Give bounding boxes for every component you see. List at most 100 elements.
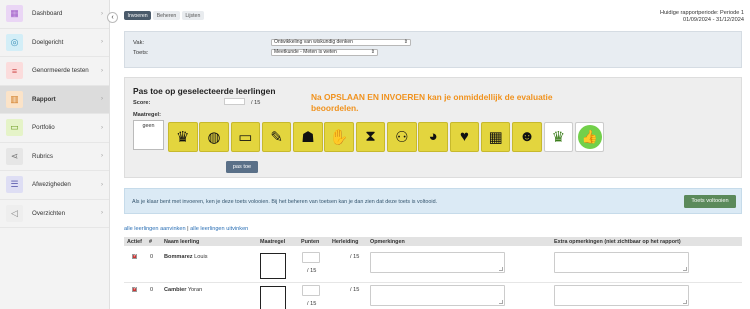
chevron-right-icon: ›	[101, 153, 103, 160]
monitor-icon[interactable]: ▭	[230, 122, 261, 152]
teacher-icon[interactable]: ☗	[293, 122, 323, 152]
extra-opmerkingen-textarea[interactable]	[554, 252, 689, 273]
crown-icon[interactable]: ♛	[168, 122, 198, 152]
score-max: / 15	[251, 100, 261, 106]
student-lastname: Cambier	[164, 287, 187, 293]
toets-label: Toets:	[133, 50, 149, 56]
save-note: Na OPSLAAN EN INVOEREN kan je onmiddelli…	[311, 92, 553, 113]
pas-toe-button[interactable]: pas toe	[226, 161, 258, 173]
student-lastname: Bommarez	[164, 254, 193, 260]
sidebar-item-dashboard[interactable]: ▦ Dashboard ›	[0, 0, 109, 29]
sidebar-item-rapport[interactable]: ▥ Rapport ›	[0, 85, 109, 114]
table-row: 0 Bommarez Louis / 15 / 15	[124, 250, 742, 283]
student-firstname: Louis	[194, 254, 208, 260]
chevron-right-icon: ›	[101, 124, 103, 131]
toets-voltooien-button[interactable]: Toets voltooien	[684, 195, 736, 208]
people-icon[interactable]: ⚇	[387, 122, 417, 152]
sidebar-item-afwezigheden[interactable]: ☰ Afwezigheden ›	[0, 171, 109, 200]
tab-invoeren[interactable]: Invoeren	[124, 11, 152, 20]
punten-input[interactable]	[302, 285, 320, 296]
toets-value: Meetkunde - Meten is weten	[274, 49, 337, 55]
sidebar-item-label: Afwezigheden	[32, 181, 71, 189]
chevron-right-icon: ›	[101, 39, 103, 46]
chevron-right-icon: ›	[101, 210, 103, 217]
table-row: 0 Cambier Yoran / 15 / 15	[124, 283, 742, 309]
punten-input[interactable]	[302, 252, 320, 263]
info-bar: Als je klaar bent met invoeren, ken je d…	[124, 188, 742, 214]
sidebar-item-label: Rubrics	[32, 152, 53, 160]
chart-icon: ▥	[6, 90, 23, 108]
score-label: Score:	[133, 100, 151, 106]
opmerkingen-textarea[interactable]	[370, 285, 505, 306]
maatregel-cell[interactable]	[260, 253, 286, 279]
student-name: Cambier Yoran	[164, 287, 202, 293]
info-text: Als je klaar bent met invoeren, ken je d…	[132, 198, 438, 205]
sidebar-item-label: Genormeerde testen	[32, 67, 89, 75]
col-nr: #	[149, 239, 152, 245]
sidebar-item-rubrics[interactable]: ⋖ Rubrics ›	[0, 143, 109, 171]
sidebar-item-label: Doelgericht	[32, 38, 64, 46]
globe-icon[interactable]: ◍	[199, 122, 229, 152]
student-name: Bommarez Louis	[164, 254, 208, 260]
hand-icon[interactable]: ✋	[324, 122, 354, 152]
tab-beheren[interactable]: Beheren	[153, 11, 180, 20]
sidebar-item-label: Dashboard	[32, 10, 63, 18]
folder-icon: ▭	[6, 119, 23, 137]
punten-max: / 15	[307, 268, 317, 274]
herleiding-value: / 15	[350, 254, 360, 260]
deselect-all-link[interactable]: alle leerlingen uitvinken	[190, 226, 248, 232]
report-period: Huidige rapportperiode: Periode 1 01/09/…	[660, 10, 744, 24]
punten-max: / 15	[307, 301, 317, 307]
filter-panel: Vak: Ontwikkeling van wiskundig denken ⇕…	[124, 31, 742, 68]
lines-icon: ≡	[6, 62, 23, 80]
calculator-icon[interactable]: ▦	[480, 122, 511, 152]
share-icon: ⋖	[6, 147, 23, 165]
tab-bar: Invoeren Beheren Lijsten	[124, 11, 204, 20]
heart-icon[interactable]: ♥	[449, 122, 480, 152]
maatregel-icon-row: ♛ ◍ ▭ ✎ ☗ ✋ ⧗ ⚇ ◕ ♥ ▦ ☻ ♛ 👍	[168, 122, 605, 152]
row-nr: 0	[150, 287, 154, 293]
tab-lijsten[interactable]: Lijsten	[181, 11, 204, 20]
target-icon: ◎	[6, 33, 23, 51]
hourglass-icon[interactable]: ⧗	[355, 122, 386, 152]
head-profile-icon[interactable]: ◕	[418, 122, 448, 152]
vak-label: Vak:	[133, 40, 145, 46]
sidebar-item-label: Rapport	[32, 95, 56, 103]
select-links: alle leerlingen aanvinken | alle leerlin…	[124, 226, 248, 232]
person-question-icon[interactable]: ☻	[512, 122, 542, 152]
sidebar-item-genormeerde-testen[interactable]: ≡ Genormeerde testen ›	[0, 57, 109, 86]
sidebar-item-overzichten[interactable]: ◁ Overzichten ›	[0, 200, 109, 228]
col-maatregel: Maatregel	[260, 239, 286, 245]
grid-icon: ▦	[6, 5, 23, 23]
maatregel-geen-option[interactable]: geen	[133, 120, 164, 150]
apply-title: Pas toe op geselecteerde leerlingen	[133, 86, 276, 96]
vak-value: Ontwikkeling van wiskundig denken	[274, 39, 353, 45]
extra-opmerkingen-textarea[interactable]	[554, 285, 689, 306]
period-title: Huidige rapportperiode: Periode 1	[660, 10, 744, 16]
pencils-icon[interactable]: ✎	[261, 122, 292, 152]
actief-checkbox[interactable]	[132, 253, 137, 259]
col-extra-opmerkingen: Extra opmerkingen (niet zichtbaar op het…	[554, 239, 681, 245]
opmerkingen-textarea[interactable]	[370, 252, 505, 273]
maatregel-cell[interactable]	[260, 286, 286, 309]
sidebar-item-portfolio[interactable]: ▭ Portfolio ›	[0, 114, 109, 143]
chevron-right-icon: ›	[101, 67, 103, 74]
col-opmerkingen: Opmerkingen	[370, 239, 405, 245]
vak-select[interactable]: Ontwikkeling van wiskundig denken ⇕	[271, 39, 411, 46]
period-dates: 01/09/2024 - 31/12/2024	[683, 17, 744, 23]
geen-label: geen	[142, 123, 155, 129]
chevron-right-icon: ›	[101, 181, 103, 188]
col-herleiding: Herleiding	[332, 239, 359, 245]
megaphone-icon: ◁	[6, 204, 23, 222]
sidebar-collapse-button[interactable]: ‹	[107, 12, 118, 23]
score-input[interactable]	[224, 98, 245, 105]
sidebar: ▦ Dashboard › ◎ Doelgericht › ≡ Genormee…	[0, 0, 110, 309]
table-header: Actief # Naam leerling Maatregel Punten …	[124, 237, 742, 246]
select-all-link[interactable]: alle leerlingen aanvinken	[124, 226, 186, 232]
toets-select[interactable]: Meetkunde - Meten is weten ⇕	[271, 49, 378, 56]
green-crown-icon[interactable]: ♛	[543, 122, 574, 152]
actief-checkbox[interactable]	[132, 286, 137, 292]
col-actief: Actief	[127, 239, 142, 245]
thumbs-up-icon[interactable]: 👍	[574, 122, 605, 152]
sidebar-item-doelgericht[interactable]: ◎ Doelgericht ›	[0, 29, 109, 57]
